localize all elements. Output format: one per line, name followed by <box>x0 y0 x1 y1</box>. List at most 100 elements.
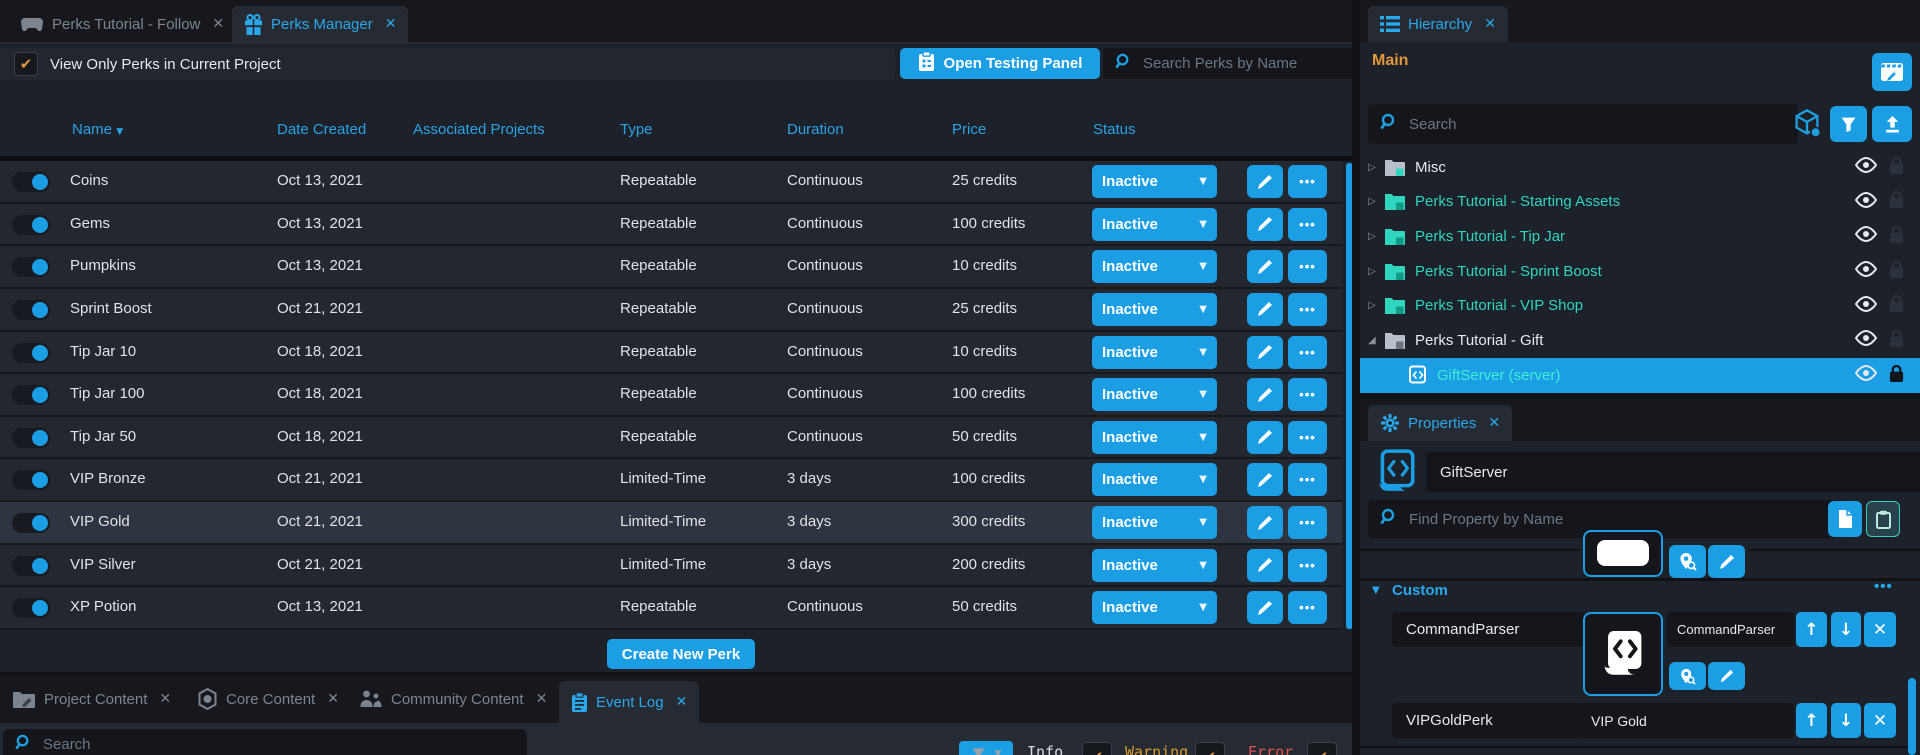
lock-icon[interactable] <box>1889 156 1904 179</box>
perk-more-button[interactable]: ••• <box>1288 549 1327 582</box>
perk-edit-button[interactable] <box>1247 506 1283 539</box>
perk-enabled-toggle[interactable] <box>12 300 50 320</box>
asset-value-field[interactable]: CommandParser <box>1667 612 1794 647</box>
asset-slot-commandparser[interactable] <box>1583 612 1663 696</box>
perk-more-button[interactable]: ••• <box>1288 293 1327 326</box>
visibility-eye-icon[interactable] <box>1854 296 1878 316</box>
perk-enabled-toggle[interactable] <box>12 598 50 618</box>
delete-field-button[interactable]: ✕ <box>1864 612 1896 647</box>
close-icon[interactable]: ✕ <box>676 694 688 710</box>
table-row[interactable]: Pumpkins Oct 13, 2021 Repeatable Continu… <box>0 246 1342 289</box>
column-header-date[interactable]: Date Created <box>277 121 366 138</box>
perk-more-button[interactable]: ••• <box>1288 463 1327 496</box>
open-testing-panel-button[interactable]: Open Testing Panel <box>900 48 1100 79</box>
visibility-eye-icon[interactable] <box>1854 330 1878 350</box>
perk-status-dropdown[interactable]: Inactive ▼ <box>1092 208 1217 241</box>
perk-status-dropdown[interactable]: Inactive ▼ <box>1092 250 1217 283</box>
lock-icon[interactable] <box>1889 190 1904 213</box>
lock-icon[interactable] <box>1889 364 1904 387</box>
visibility-eye-icon[interactable] <box>1854 365 1878 385</box>
table-row[interactable]: Gems Oct 13, 2021 Repeatable Continuous … <box>0 204 1342 247</box>
table-row[interactable]: XP Potion Oct 13, 2021 Repeatable Contin… <box>0 587 1342 630</box>
new-script-button[interactable] <box>1828 501 1862 537</box>
perk-enabled-toggle[interactable] <box>12 428 50 448</box>
log-filter-dropdown[interactable]: ▼ <box>959 741 1013 755</box>
perk-status-dropdown[interactable]: Inactive ▼ <box>1092 293 1217 326</box>
move-up-button[interactable]: ↑ <box>1796 612 1827 647</box>
perk-edit-button[interactable] <box>1247 421 1283 454</box>
tab-perks-manager[interactable]: Perks Manager ✕ <box>232 6 408 42</box>
perk-enabled-toggle[interactable] <box>12 215 50 235</box>
close-icon[interactable]: ✕ <box>1484 16 1496 32</box>
perk-edit-button[interactable] <box>1247 463 1283 496</box>
custom-field-name-input[interactable] <box>1404 711 1572 730</box>
perk-enabled-toggle[interactable] <box>12 513 50 533</box>
perk-more-button[interactable]: ••• <box>1288 421 1327 454</box>
column-header-type[interactable]: Type <box>620 121 653 138</box>
perk-enabled-toggle[interactable] <box>12 172 50 192</box>
hierarchy-filter-button[interactable] <box>1830 106 1867 142</box>
perk-edit-button[interactable] <box>1247 336 1283 369</box>
perk-edit-button[interactable] <box>1247 549 1283 582</box>
asset-thumbnail-partial[interactable] <box>1583 530 1663 577</box>
tab-properties[interactable]: Properties ✕ <box>1368 405 1512 441</box>
group-mode-cube-icon[interactable] <box>1792 108 1822 142</box>
publish-scene-button[interactable] <box>1872 53 1912 91</box>
caret-collapsed-icon[interactable]: ▷ <box>1368 231 1384 242</box>
caret-collapsed-icon[interactable]: ▷ <box>1368 266 1384 277</box>
hierarchy-item[interactable]: ▷Misc <box>1360 150 1920 185</box>
perk-status-dropdown[interactable]: Inactive ▼ <box>1092 506 1217 539</box>
find-asset-button[interactable] <box>1669 662 1706 690</box>
perk-status-dropdown[interactable]: Inactive ▼ <box>1092 463 1217 496</box>
move-up-button[interactable]: ↑ <box>1796 703 1827 738</box>
column-header-associated[interactable]: Associated Projects <box>413 121 545 138</box>
caret-collapsed-icon[interactable]: ▷ <box>1368 196 1384 207</box>
visibility-eye-icon[interactable] <box>1854 226 1878 246</box>
delete-field-button[interactable]: ✕ <box>1864 703 1896 738</box>
lock-icon[interactable] <box>1889 329 1904 352</box>
hierarchy-item[interactable]: ▷Perks Tutorial - Sprint Boost <box>1360 254 1920 289</box>
table-row[interactable]: Sprint Boost Oct 21, 2021 Repeatable Con… <box>0 289 1342 332</box>
hierarchy-item[interactable]: ◢Perks Tutorial - Gift <box>1360 323 1920 358</box>
event-log-search-input[interactable] <box>41 735 515 754</box>
perk-enabled-toggle[interactable] <box>12 257 50 277</box>
hierarchy-search-input[interactable] <box>1407 115 1786 134</box>
caret-collapsed-icon[interactable]: ▷ <box>1368 162 1384 173</box>
perk-more-button[interactable]: ••• <box>1288 208 1327 241</box>
perk-edit-button[interactable] <box>1247 591 1283 624</box>
text-value-field[interactable]: VIP Gold <box>1581 703 1794 738</box>
perk-status-dropdown[interactable]: Inactive ▼ <box>1092 549 1217 582</box>
log-filter-checkbox-info[interactable]: ✔ <box>1082 742 1112 755</box>
custom-section-menu-button[interactable]: ••• <box>1874 578 1893 595</box>
tab-core-content[interactable]: Core Content ✕ <box>185 681 351 717</box>
table-row[interactable]: Coins Oct 13, 2021 Repeatable Continuous… <box>0 161 1342 204</box>
paste-clipboard-button[interactable] <box>1866 501 1900 537</box>
export-button[interactable] <box>1872 106 1912 142</box>
edit-script-button[interactable] <box>1708 545 1745 578</box>
table-row[interactable]: Tip Jar 50 Oct 18, 2021 Repeatable Conti… <box>0 417 1342 460</box>
move-down-button[interactable]: ↓ <box>1831 703 1861 738</box>
hierarchy-item[interactable]: ▷Perks Tutorial - Starting Assets <box>1360 185 1920 220</box>
table-row[interactable]: VIP Bronze Oct 21, 2021 Limited-Time 3 d… <box>0 459 1342 502</box>
perk-edit-button[interactable] <box>1247 378 1283 411</box>
column-header-name[interactable]: Name ▼ <box>72 121 123 138</box>
perk-status-dropdown[interactable]: Inactive ▼ <box>1092 165 1217 198</box>
create-new-perk-button[interactable]: Create New Perk <box>607 639 755 669</box>
close-icon[interactable]: ✕ <box>212 16 224 32</box>
perk-more-button[interactable]: ••• <box>1288 378 1327 411</box>
perk-more-button[interactable]: ••• <box>1288 165 1327 198</box>
perk-status-dropdown[interactable]: Inactive ▼ <box>1092 378 1217 411</box>
tab-hierarchy[interactable]: Hierarchy ✕ <box>1368 6 1508 42</box>
move-down-button[interactable]: ↓ <box>1831 612 1861 647</box>
close-icon[interactable]: ✕ <box>159 691 171 707</box>
log-filter-checkbox-warning[interactable]: ✔ <box>1195 742 1225 755</box>
perk-edit-button[interactable] <box>1247 250 1283 283</box>
perk-status-dropdown[interactable]: Inactive ▼ <box>1092 421 1217 454</box>
lock-icon[interactable] <box>1889 225 1904 248</box>
close-icon[interactable]: ✕ <box>536 691 548 707</box>
perk-more-button[interactable]: ••• <box>1288 506 1327 539</box>
perk-edit-button[interactable] <box>1247 293 1283 326</box>
close-icon[interactable]: ✕ <box>327 691 339 707</box>
caret-expanded-icon[interactable]: ◢ <box>1368 335 1384 346</box>
hierarchy-item[interactable]: GiftServer (server) <box>1360 358 1920 393</box>
